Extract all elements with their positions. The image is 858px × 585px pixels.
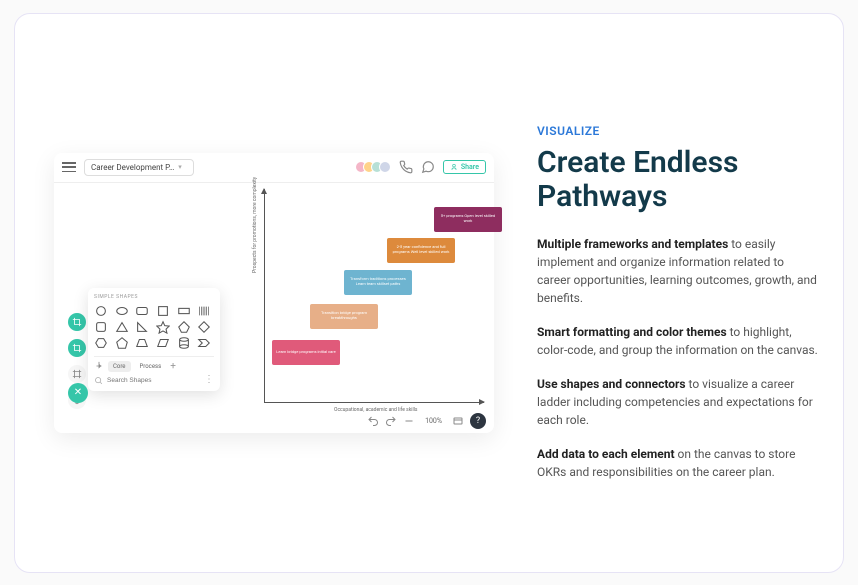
shape-star-icon[interactable] [156,320,170,334]
help-button[interactable]: ? [470,413,486,429]
zoom-minus-icon[interactable] [403,415,415,427]
shape-cylinder-icon[interactable] [177,336,191,350]
search-icon [94,376,103,385]
redo-icon[interactable] [385,415,397,427]
collaborator-avatars[interactable] [359,161,391,173]
hamburger-icon[interactable] [62,162,76,172]
shape-panel-title: SIMPLE SHAPES [94,294,214,300]
shape-triangle-right-icon[interactable] [135,320,149,334]
kebab-icon[interactable]: ⋮ [204,378,214,382]
heading: Create Endless Pathways [537,146,819,215]
screenshot-panel: Career Development P… ▾ Share Prospects … [39,44,509,542]
shape-circle-icon[interactable] [94,304,108,318]
career-block-1[interactable]: Learn bridge programs initial care [272,340,340,365]
shape-trapezoid-icon[interactable] [135,336,149,350]
document-title-dropdown[interactable]: Career Development P… ▾ [84,159,194,176]
marketing-copy: VISUALIZE Create Endless Pathways Multip… [537,44,819,542]
y-axis-label: Prospects for promotions, more complexit… [252,176,258,272]
shape-rounded-square-icon[interactable] [94,320,108,334]
comment-icon[interactable] [421,160,435,174]
shape-tabs: Core Process + [94,356,214,372]
document-title-text: Career Development P… [91,163,174,172]
paragraph-4: Add data to each element on the canvas t… [537,445,819,481]
eyebrow: VISUALIZE [537,124,819,138]
shape-rect-icon[interactable] [177,304,191,318]
rail-frame-button[interactable] [68,365,86,383]
app-window: Career Development P… ▾ Share Prospects … [54,153,494,433]
tab-core[interactable]: Core [108,361,131,372]
career-block-2[interactable]: Transition bridge program breakthroughs [310,304,378,329]
shape-roundrect-icon[interactable] [135,304,149,318]
paragraph-2: Smart formatting and color themes to hig… [537,323,819,359]
canvas-area[interactable]: Prospects for promotions, more complexit… [54,183,494,411]
layers-icon[interactable] [452,415,464,427]
feature-card: Career Development P… ▾ Share Prospects … [14,13,844,573]
shape-pentagram-icon[interactable] [177,320,191,334]
rail-crop-button-1[interactable] [68,313,86,331]
pin-icon[interactable] [94,361,104,371]
shape-parallelogram-icon[interactable] [156,336,170,350]
undo-icon[interactable] [367,415,379,427]
career-block-3[interactable]: Transform traditions processes Learn tea… [344,270,412,295]
add-tab-icon[interactable]: + [170,361,176,372]
close-panel-button[interactable]: ✕ [68,383,88,403]
share-button[interactable]: Share [443,160,486,174]
y-axis [264,189,265,403]
shape-square-icon[interactable] [156,304,170,318]
app-footer: 100% ? [367,413,486,429]
shape-triangle-icon[interactable] [115,320,129,334]
tab-process[interactable]: Process [135,361,167,372]
share-button-label: Share [461,163,479,171]
zoom-value[interactable]: 100% [421,417,446,425]
shape-panel: SIMPLE SHAPES [88,288,220,391]
shape-hexagon-icon[interactable] [94,336,108,350]
paragraph-1: Multiple frameworks and templates to eas… [537,235,819,307]
app-header: Career Development P… ▾ Share [54,153,494,183]
user-plus-icon [450,163,458,171]
career-block-4[interactable]: 2-5 year confidence and full programs We… [387,238,455,263]
x-axis [264,402,484,403]
shape-barcode-icon[interactable] [197,304,211,318]
shape-search-input[interactable] [107,377,200,384]
career-block-5[interactable]: 5+ programs Open level skilled work [434,207,502,232]
rail-crop-button-2[interactable] [68,339,86,357]
paragraph-3: Use shapes and connectors to visualize a… [537,375,819,429]
phone-icon[interactable] [399,160,413,174]
chevron-down-icon: ▾ [178,163,182,171]
shape-chevron-icon[interactable] [197,336,211,350]
shape-diamond-icon[interactable] [197,320,211,334]
shape-grid [94,304,214,350]
shape-search-row: ⋮ [94,376,214,385]
shape-pentagon-icon[interactable] [115,336,129,350]
shape-ellipse-icon[interactable] [115,304,129,318]
